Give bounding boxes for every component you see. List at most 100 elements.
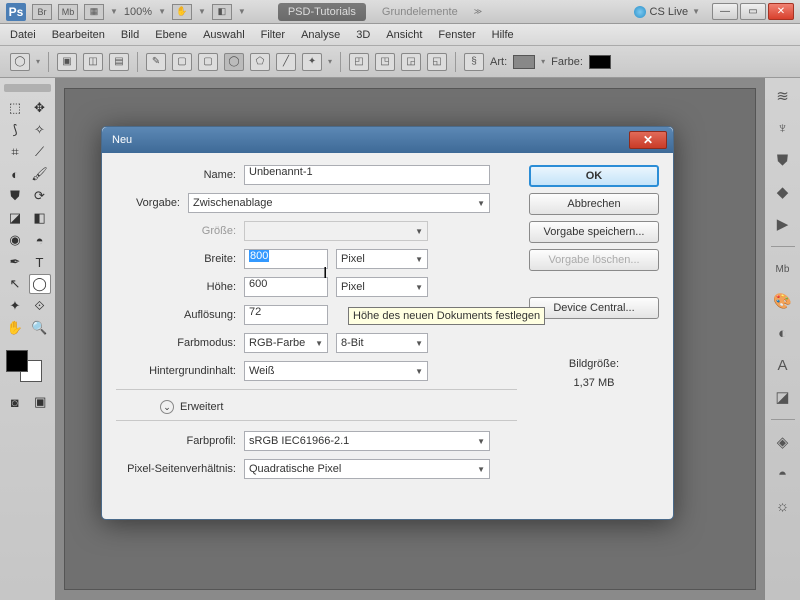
panel-icon-styles[interactable]: ◐ (773, 323, 793, 343)
exclude-icon[interactable]: ◱ (427, 53, 447, 71)
tool-gradient[interactable]: ◧ (29, 208, 51, 228)
color-swatches[interactable] (4, 348, 44, 384)
tool-notes[interactable]: ✋ (4, 318, 26, 338)
menu-hilfe[interactable]: Hilfe (492, 29, 514, 41)
active-tool-icon[interactable]: ◯ (10, 53, 30, 71)
window-close[interactable]: ✕ (768, 3, 794, 20)
dropdown-vorgabe[interactable]: Zwischenablage▼ (188, 193, 490, 213)
tool-3d[interactable]: ✦ (4, 296, 26, 316)
input-aufloesung[interactable]: 72 (244, 305, 328, 325)
window-minimize[interactable]: — (712, 3, 738, 20)
path-icon[interactable]: ◫ (83, 53, 103, 71)
input-hoehe[interactable]: 600 (244, 277, 328, 297)
tool-marquee[interactable]: ⬚ (4, 98, 26, 118)
menu-ebene[interactable]: Ebene (155, 29, 187, 41)
panel-icon-history[interactable]: ◓ (773, 464, 793, 484)
chain-icon[interactable]: § (464, 53, 484, 71)
minibridge-button[interactable]: Mb (58, 4, 78, 20)
panel-icon-color[interactable]: 🎨 (773, 291, 793, 311)
tool-move[interactable]: ✥ (29, 98, 51, 118)
tool-blur[interactable]: ◉ (4, 230, 26, 250)
menu-bearbeiten[interactable]: Bearbeiten (52, 29, 105, 41)
panel-icon-minibridge[interactable]: Mb (773, 259, 793, 279)
panel-icon-paths[interactable]: ◆ (773, 182, 793, 202)
tool-wand[interactable]: ✧ (29, 120, 51, 140)
menu-3d[interactable]: 3D (356, 29, 370, 41)
roundrect-icon[interactable]: ▢ (198, 53, 218, 71)
color-swatch[interactable] (589, 55, 611, 69)
workspace-tab-active[interactable]: PSD-Tutorials (278, 3, 366, 21)
tool-pen[interactable]: ✒ (4, 252, 26, 272)
tool-history[interactable]: ⟳ (29, 186, 51, 206)
zoom-display[interactable]: 100% (124, 6, 152, 18)
menu-filter[interactable]: Filter (261, 29, 285, 41)
dropdown-pixelsv[interactable]: Quadratische Pixel▼ (244, 459, 490, 479)
rect-icon[interactable]: ▢ (172, 53, 192, 71)
tool-zoom[interactable]: 🔍 (29, 318, 51, 338)
view-indicator[interactable]: ◧ (212, 4, 232, 20)
tool-dodge[interactable]: ◓ (29, 230, 51, 250)
bridge-button[interactable]: Br (32, 4, 52, 20)
tool-lasso[interactable]: ⟆ (4, 120, 26, 140)
menu-auswahl[interactable]: Auswahl (203, 29, 245, 41)
dropdown-hintergrund[interactable]: Weiß▼ (244, 361, 428, 381)
input-breite[interactable]: 800 (244, 249, 328, 269)
menu-datei[interactable]: Datei (10, 29, 36, 41)
workspace-tab-inactive[interactable]: Grundelemente (372, 3, 468, 21)
panel-icon-clone[interactable]: ⛊ (773, 150, 793, 170)
tool-type[interactable]: T (29, 252, 51, 272)
toolbox-grip[interactable] (4, 84, 51, 92)
panel-icon-character[interactable]: A (773, 355, 793, 375)
menu-fenster[interactable]: Fenster (438, 29, 475, 41)
tool-shape[interactable]: ◯ (29, 274, 51, 294)
shape-layer-icon[interactable]: ▣ (57, 53, 77, 71)
tool-crop[interactable]: ⌗ (4, 142, 26, 162)
cs-live-button[interactable]: CS Live ▼ (634, 6, 700, 18)
device-central-button[interactable]: Device Central... (529, 297, 659, 319)
dropdown-breite-unit[interactable]: Pixel▼ (336, 249, 428, 269)
tool-hand[interactable]: ⟐ (29, 296, 51, 316)
more-workspaces[interactable]: ≫ (474, 7, 482, 16)
custom-shape-icon[interactable]: ✦ (302, 53, 322, 71)
pen-icon[interactable]: ✎ (146, 53, 166, 71)
panel-icon-brush[interactable]: ♆ (773, 118, 793, 138)
combine-icon[interactable]: ◰ (349, 53, 369, 71)
polygon-icon[interactable]: ⬠ (250, 53, 270, 71)
panel-icon-actions[interactable]: ☼ (773, 496, 793, 516)
dropdown-farbprofil[interactable]: sRGB IEC61966-2.1▼ (244, 431, 490, 451)
window-maximize[interactable]: ▭ (740, 3, 766, 20)
quickmask-toggle[interactable]: ◙ (4, 392, 26, 412)
subtract-icon[interactable]: ◳ (375, 53, 395, 71)
fill-icon[interactable]: ▤ (109, 53, 129, 71)
panel-icon-layers[interactable]: ◈ (773, 432, 793, 452)
input-name[interactable]: Unbenannt-1 (244, 165, 490, 185)
panel-icon-adjust[interactable]: ≋ (773, 86, 793, 106)
tool-eraser[interactable]: ◪ (4, 208, 26, 228)
ok-button[interactable]: OK (529, 165, 659, 187)
screenmode-toggle[interactable]: ▣ (30, 392, 52, 412)
tool-eyedropper[interactable]: ⟋ (29, 142, 51, 162)
tool-stamp[interactable]: ⛊ (4, 186, 26, 206)
layout-picker[interactable]: ▦ (84, 4, 104, 20)
dialog-close-button[interactable]: ✕ (629, 131, 667, 149)
dropdown-hoehe-unit[interactable]: Pixel▼ (336, 277, 428, 297)
ellipse-icon[interactable]: ◯ (224, 53, 244, 71)
fg-color-swatch[interactable] (6, 350, 28, 372)
menu-analyse[interactable]: Analyse (301, 29, 340, 41)
hand-indicator[interactable]: ✋ (172, 4, 192, 20)
panel-icon-nav[interactable]: ◪ (773, 387, 793, 407)
tool-heal[interactable]: ◐ (4, 164, 26, 184)
cancel-button[interactable]: Abbrechen (529, 193, 659, 215)
menu-bild[interactable]: Bild (121, 29, 139, 41)
line-icon[interactable]: ╱ (276, 53, 296, 71)
tool-path[interactable]: ↖ (4, 274, 26, 294)
dialog-titlebar[interactable]: Neu ✕ (102, 127, 673, 153)
dropdown-farbmodus[interactable]: RGB-Farbe▼ (244, 333, 328, 353)
tool-brush[interactable]: 🖌 (29, 164, 51, 184)
save-preset-button[interactable]: Vorgabe speichern... (529, 221, 659, 243)
dropdown-bit[interactable]: 8-Bit▼ (336, 333, 428, 353)
menu-ansicht[interactable]: Ansicht (386, 29, 422, 41)
panel-icon-tool-presets[interactable]: ▶ (773, 214, 793, 234)
style-swatch[interactable] (513, 55, 535, 69)
erweitert-toggle[interactable]: ⌄Erweitert (160, 400, 517, 414)
